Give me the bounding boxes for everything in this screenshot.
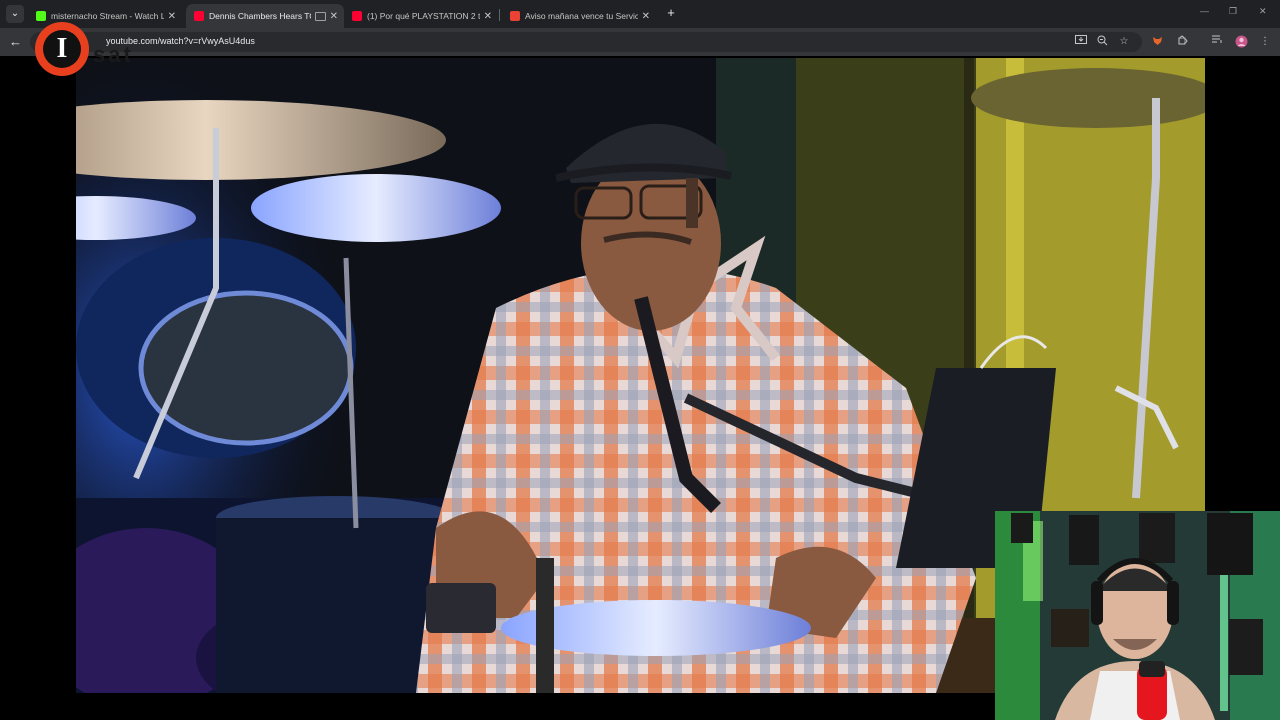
tab-search-button[interactable]: ⌄ — [6, 5, 24, 23]
chevron-down-icon: ⌄ — [10, 8, 20, 19]
tab-title: (1) Por qué PLAYSTATION 2 ten — [367, 11, 480, 21]
logo-wordmark: sat — [93, 42, 134, 67]
media-queue-icon[interactable] — [1210, 35, 1224, 49]
youtube-favicon — [194, 11, 204, 21]
window-close-button[interactable]: ✕ — [1259, 6, 1267, 17]
close-icon[interactable]: ✕ — [484, 11, 492, 22]
gmail-favicon — [510, 11, 520, 21]
streamer-webcam — [995, 511, 1280, 720]
minimize-button[interactable]: — — [1200, 6, 1209, 16]
star-icon[interactable]: ☆ — [1117, 35, 1131, 49]
restore-button[interactable]: ❐ — [1229, 6, 1237, 17]
channel-logo: I — [35, 22, 89, 76]
youtube-favicon — [352, 11, 362, 21]
streamer-webcam-image — [995, 511, 1280, 720]
puzzle-icon[interactable] — [1175, 35, 1189, 49]
tab-title: misternacho Stream - Watch Li — [51, 11, 164, 21]
zoom-icon[interactable] — [1095, 35, 1109, 49]
profile-avatar-icon[interactable] — [1234, 35, 1248, 49]
browser-toolbar: ← youtube.com/watch?v=rVwyAsU4dus ☆ ⋮ — [0, 28, 1280, 56]
tab-strip: ⌄ misternacho Stream - Watch Li ✕ Dennis… — [0, 0, 1280, 28]
logo-letter: I — [56, 33, 68, 64]
close-icon[interactable]: ✕ — [168, 11, 176, 22]
kebab-menu-icon[interactable]: ⋮ — [1258, 35, 1272, 49]
tab-title: Dennis Chambers Hears TO — [209, 11, 311, 21]
tab-playstation[interactable]: (1) Por qué PLAYSTATION 2 ten ✕ — [344, 4, 498, 28]
tab-title: Aviso mañana vence tu Servicio — [525, 11, 638, 21]
kick-favicon — [36, 11, 46, 21]
cast-icon — [314, 11, 326, 21]
extension-fox-icon[interactable] — [1150, 35, 1164, 49]
back-button[interactable]: ← — [9, 34, 22, 49]
tab-dennis-chambers[interactable]: Dennis Chambers Hears TO ✕ — [186, 4, 344, 28]
install-icon[interactable] — [1074, 35, 1088, 49]
tab-aviso[interactable]: Aviso mañana vence tu Servicio ✕ — [502, 4, 656, 28]
new-tab-button[interactable]: + — [664, 5, 678, 21]
close-icon[interactable]: ✕ — [642, 11, 650, 22]
close-icon[interactable]: ✕ — [330, 11, 338, 22]
tab-separator — [499, 9, 500, 21]
address-bar[interactable]: youtube.com/watch?v=rVwyAsU4dus — [30, 32, 1142, 52]
logo-inner-circle: I — [43, 30, 81, 68]
